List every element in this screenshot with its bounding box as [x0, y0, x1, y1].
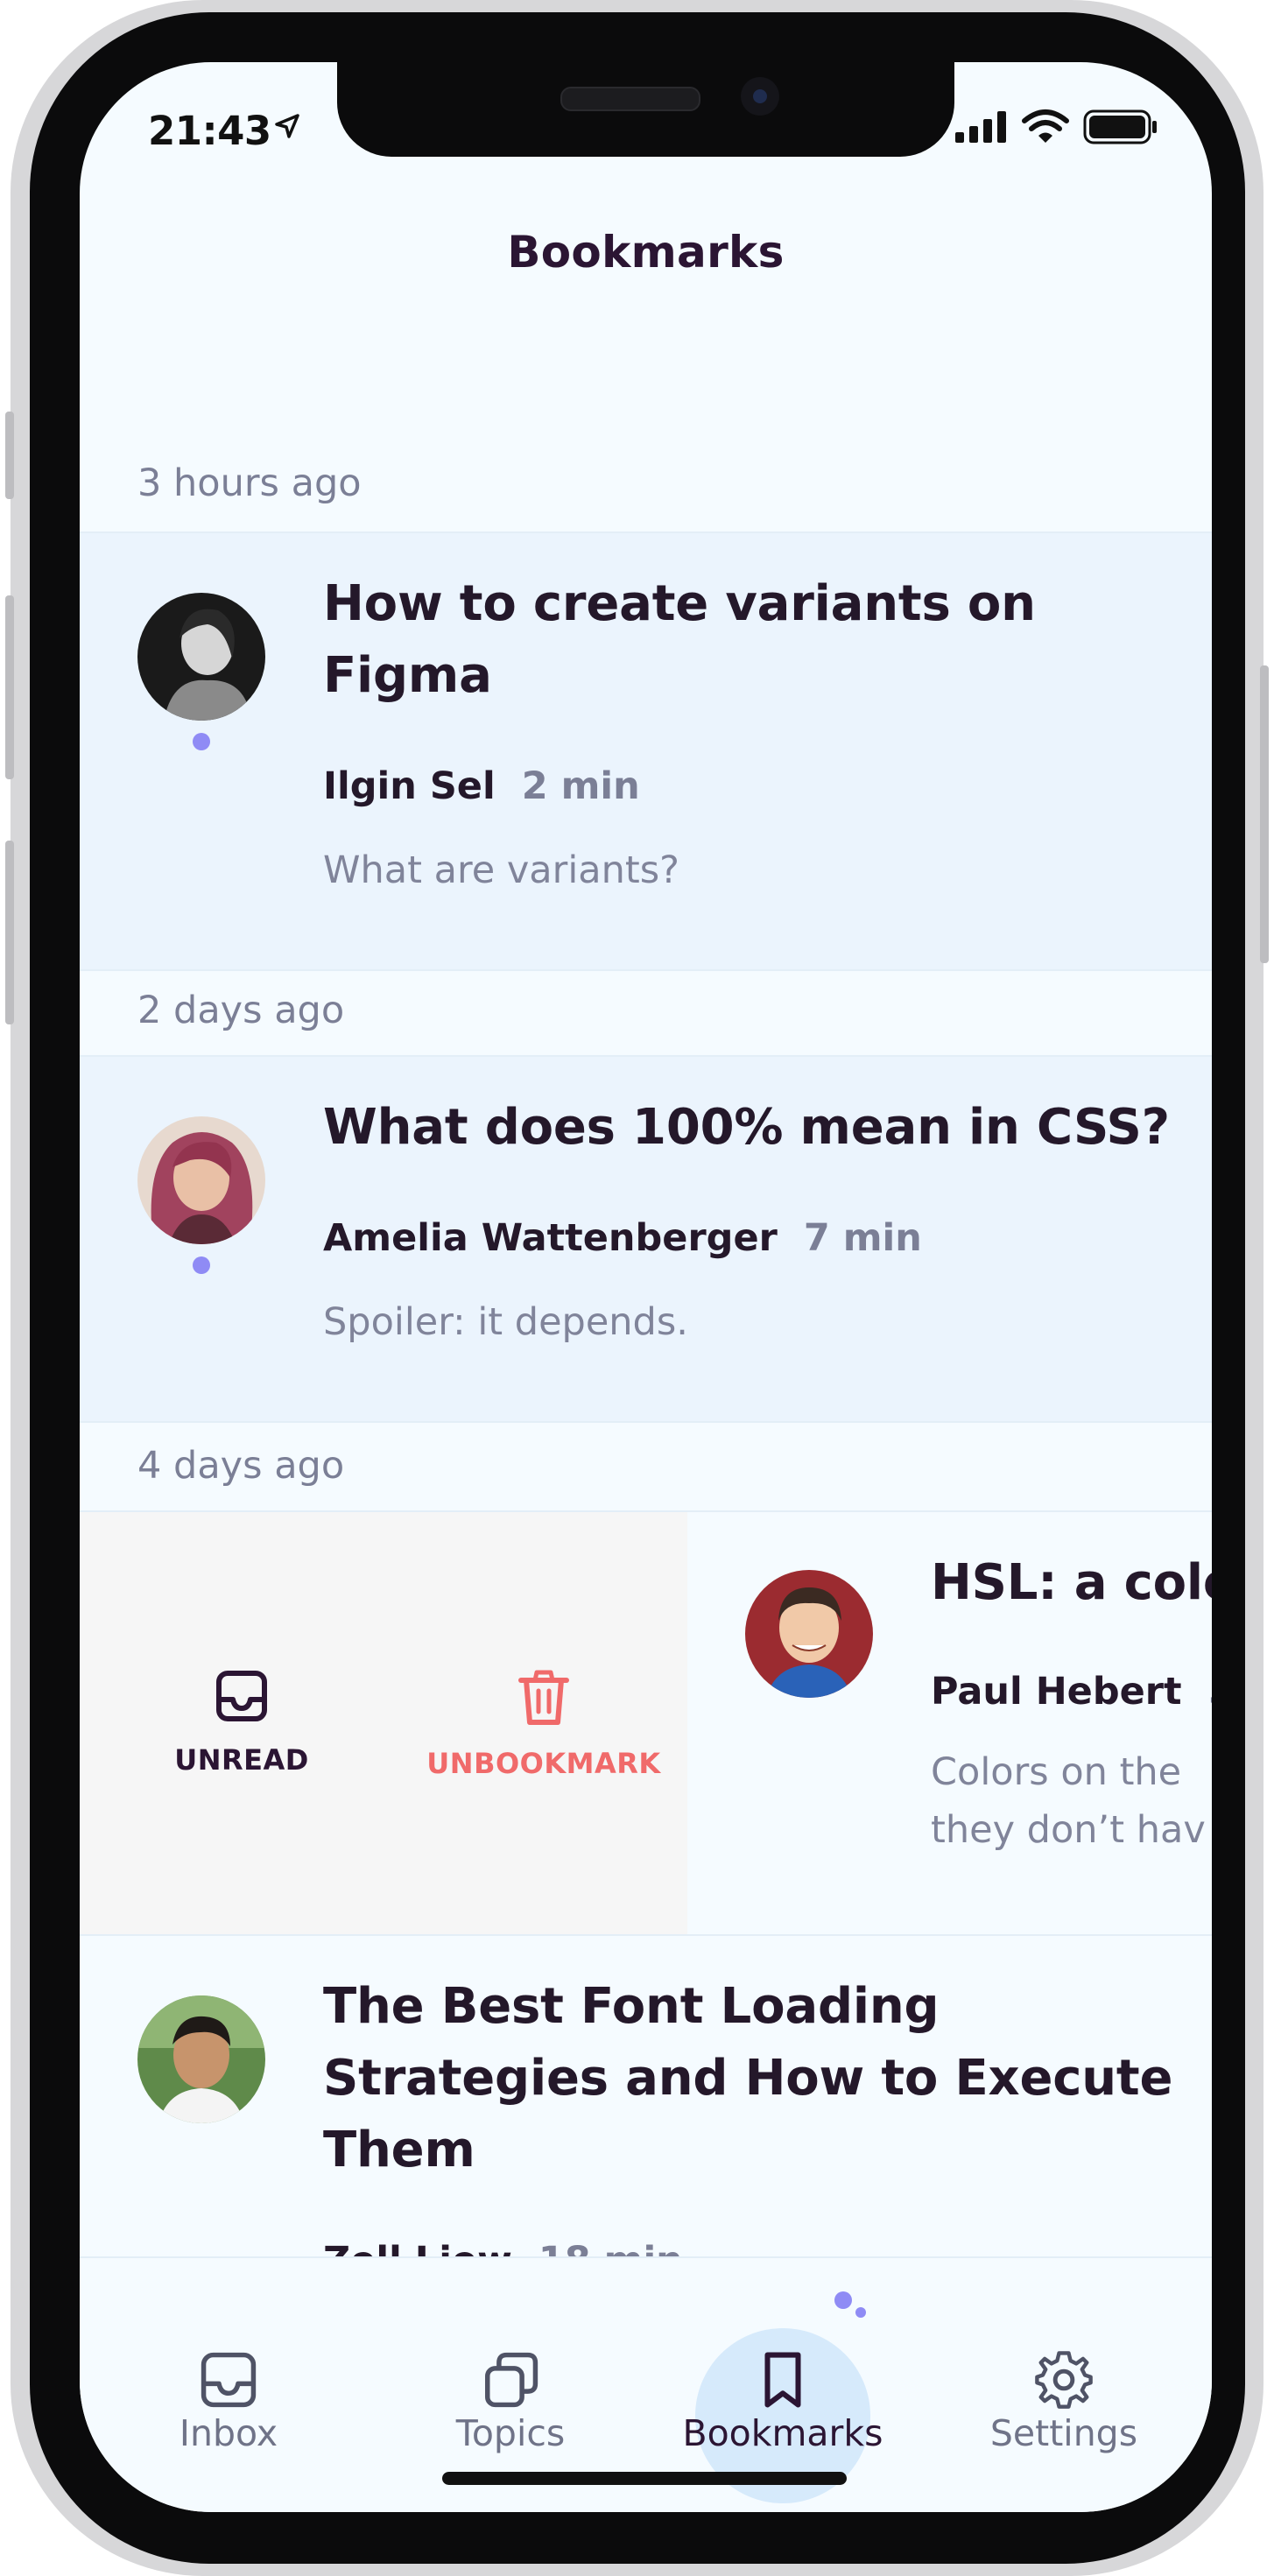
unread-indicator: [193, 1256, 210, 1274]
article-title-line: Strategies and How to Execute: [323, 2050, 1173, 2107]
tab-settings[interactable]: Settings: [933, 2304, 1195, 2479]
article-meta: Ilgin Sel 2 min: [323, 764, 640, 808]
battery-icon: [1083, 109, 1157, 144]
article-title-line: Them: [323, 2122, 475, 2178]
page-title: Bookmarks: [507, 227, 785, 278]
article-title[interactable]: What does 100% mean in CSS?: [323, 1092, 1199, 1164]
bookmark-item[interactable]: The Best Font Loading Strategies and How…: [80, 1936, 1212, 2283]
power-button: [1260, 665, 1269, 963]
author-name: Paul Hebert: [931, 1670, 1182, 1714]
article-meta: Amelia Wattenberger 7 min: [323, 1216, 922, 1260]
tab-bookmarks[interactable]: Bookmarks: [651, 2304, 914, 2479]
article-excerpt-line: Colors on the: [931, 1750, 1182, 1794]
phone-frame: 21:43 Bookmarks 3 hours ago How to creat…: [5, 0, 1269, 2576]
mark-unread-button[interactable]: UNREAD: [132, 1668, 351, 1777]
location-arrow-icon: [275, 114, 299, 138]
section-label: 3 hours ago: [137, 461, 362, 505]
notch: [337, 62, 954, 157]
unread-indicator: [193, 733, 210, 750]
section-label: 2 days ago: [137, 989, 345, 1032]
unbookmark-button[interactable]: UNBOOKMARK: [412, 1668, 675, 1780]
mark-unread-label: UNREAD: [174, 1743, 309, 1777]
article-excerpt: Spoiler: it depends.: [323, 1300, 688, 1344]
read-time: 2 min: [521, 764, 640, 808]
unbookmark-label: UNBOOKMARK: [426, 1747, 661, 1780]
divider: [80, 1421, 1212, 1423]
article-title-line: How to create variants on: [323, 575, 1036, 632]
status-time: 21:43: [148, 108, 271, 154]
home-indicator: [442, 2472, 847, 2485]
earpiece-speaker: [560, 87, 700, 111]
tab-label: Settings: [989, 2412, 1138, 2454]
tab-topics[interactable]: Topics: [379, 2304, 642, 2479]
author-avatar: [137, 593, 265, 721]
article-title[interactable]: HSL: a colo: [931, 1547, 1212, 1619]
article-excerpt: What are variants?: [323, 848, 679, 892]
inbox-icon: [201, 2352, 257, 2408]
wifi-icon: [1022, 109, 1069, 143]
read-time: 5: [1208, 1670, 1212, 1714]
divider: [80, 969, 1212, 971]
article-excerpt-line: they don’t hav: [931, 1808, 1206, 1852]
gear-icon: [1035, 2351, 1093, 2409]
bookmark-item[interactable]: How to create variants on Figma Ilgin Se…: [80, 533, 1212, 969]
trash-icon: [518, 1670, 569, 1725]
swipe-actions-panel: UNREAD UNBOOKMARK: [80, 1512, 687, 1934]
article-title-line: The Best Font Loading: [323, 1978, 940, 2035]
author-avatar: [137, 1116, 265, 1244]
article-title-line: Figma: [323, 647, 492, 704]
section-label: 4 days ago: [137, 1444, 345, 1488]
volume-down-button: [5, 841, 14, 1024]
read-time: 7 min: [803, 1216, 922, 1260]
bookmark-item[interactable]: What does 100% mean in CSS? Amelia Watte…: [80, 1057, 1212, 1421]
author-name: Ilgin Sel: [323, 764, 496, 808]
mute-switch: [5, 412, 14, 499]
topics-icon: [485, 2352, 538, 2408]
inbox-icon: [216, 1671, 267, 1721]
article-meta: Paul Hebert 5: [931, 1670, 1212, 1714]
bookmark-item-swiped[interactable]: HSL: a colo Paul Hebert 5 Colors on the t…: [687, 1512, 1212, 1934]
article-title[interactable]: How to create variants on Figma: [323, 568, 1164, 712]
author-name: Amelia Wattenberger: [323, 1216, 778, 1260]
app-screen: 21:43 Bookmarks 3 hours ago How to creat…: [80, 62, 1212, 2512]
bookmark-icon: [764, 2352, 801, 2408]
tab-label: Inbox: [179, 2412, 278, 2454]
volume-up-button: [5, 595, 14, 779]
article-title[interactable]: The Best Font Loading Strategies and How…: [323, 1971, 1199, 2186]
tab-label: Bookmarks: [682, 2412, 883, 2454]
author-avatar: [745, 1570, 873, 1698]
cellular-signal-icon: [955, 111, 1006, 143]
article-excerpt: Colors on the they don’t hav: [931, 1743, 1206, 1859]
front-camera: [741, 77, 779, 116]
tab-inbox[interactable]: Inbox: [97, 2304, 360, 2479]
author-avatar: [137, 1995, 265, 2123]
tab-label: Topics: [455, 2412, 566, 2454]
